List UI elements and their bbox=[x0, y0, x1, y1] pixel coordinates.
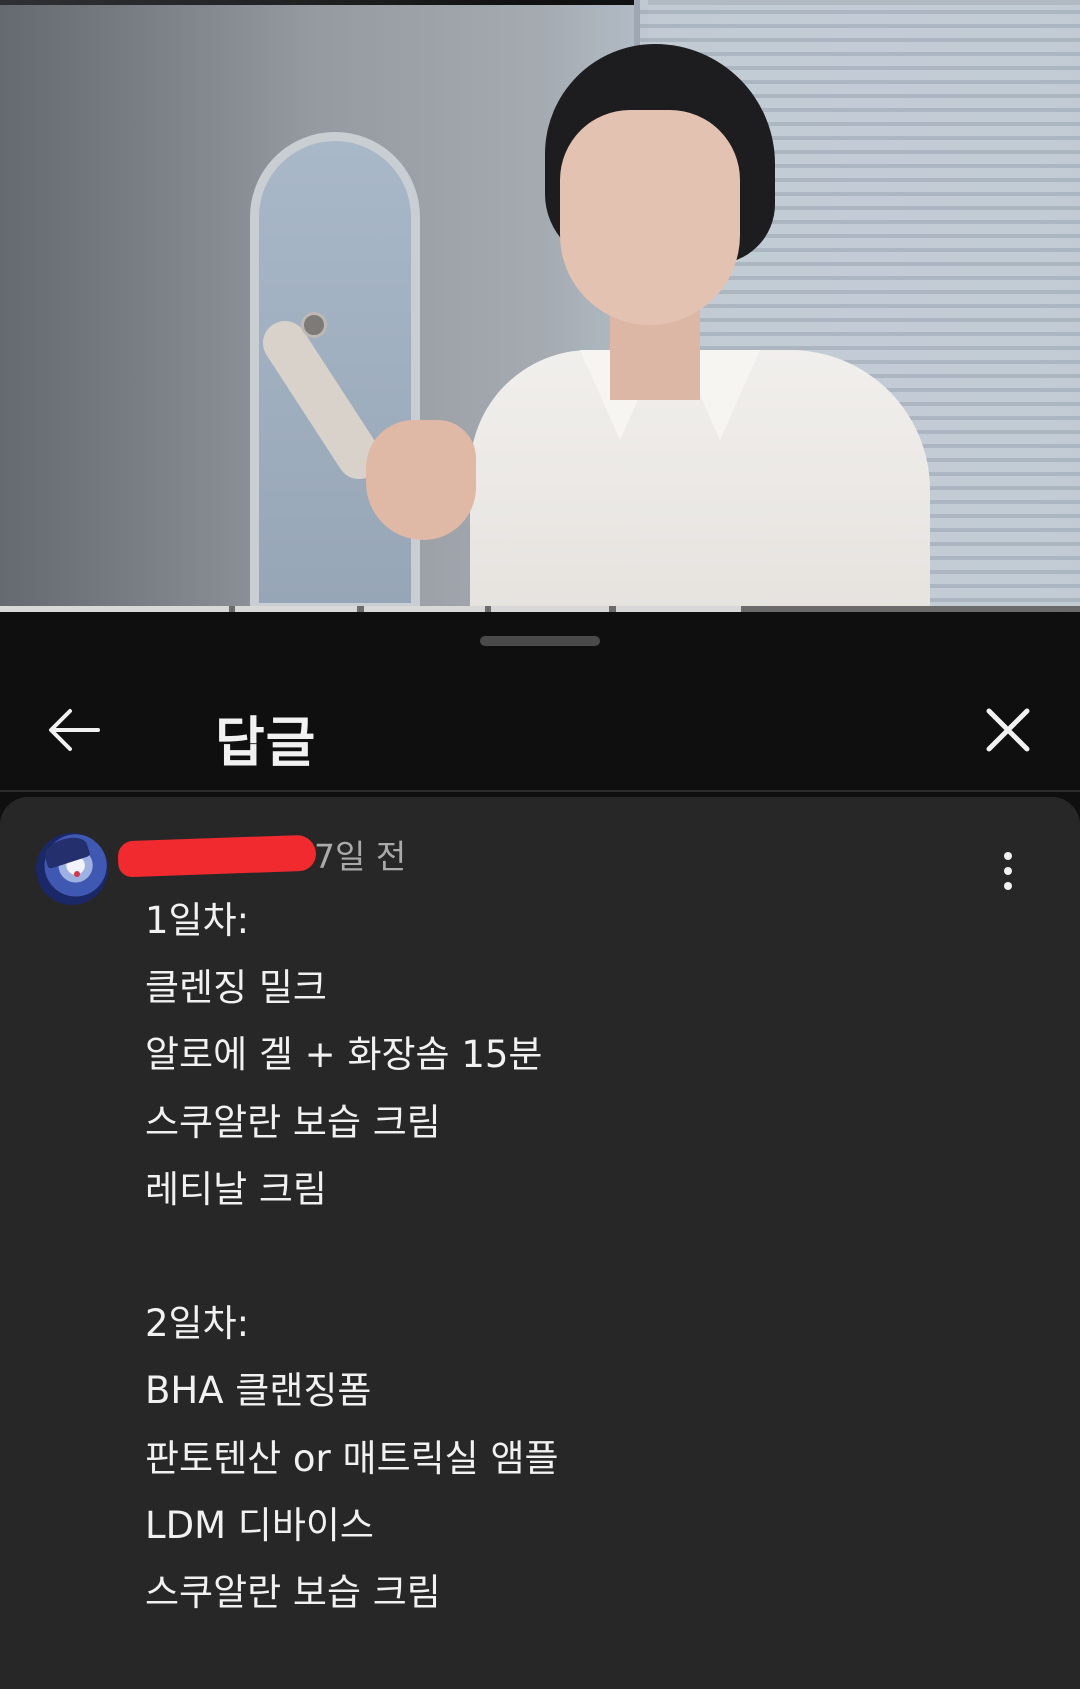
comment-card: 7일 전 1일차: 클렌징 밀크 알로에 겔 + 화장솜 15분 스쿠알란 보습… bbox=[0, 797, 1080, 1689]
comment-line: 판토텐산 or 매트릭실 앰플 bbox=[145, 1436, 559, 1480]
comment-line-blank bbox=[145, 1223, 1025, 1290]
comment-timestamp: 7일 전 bbox=[314, 837, 407, 876]
more-vert-icon-dot bbox=[1004, 867, 1012, 875]
comment-line: BHA 클랜징폼 bbox=[145, 1369, 372, 1413]
replies-sheet: 답글 7일 전 1일차: 클렌징 밀크 알로에 겔 + 화장솜 15분 스쿠알란… bbox=[0, 612, 1080, 1689]
drag-handle[interactable] bbox=[480, 636, 600, 646]
comment-line: 레티날 크림 bbox=[145, 1167, 327, 1211]
header-divider bbox=[0, 790, 1080, 792]
close-button[interactable] bbox=[970, 692, 1046, 768]
comment-line: 스쿠알란 보습 크림 bbox=[145, 1100, 441, 1144]
video-mirror bbox=[250, 132, 420, 612]
comment-line: 2일차: bbox=[145, 1302, 250, 1346]
video-person-hand bbox=[366, 420, 476, 540]
back-button[interactable] bbox=[36, 692, 112, 768]
comment-line: 스쿠알란 보습 크림 bbox=[145, 1570, 441, 1614]
sheet-header: 답글 bbox=[0, 662, 1080, 792]
comment-meta: 7일 전 bbox=[117, 831, 407, 878]
video-device-head bbox=[301, 312, 327, 338]
avatar-eye bbox=[74, 871, 80, 877]
avatar-hat bbox=[41, 833, 91, 870]
more-vert-icon-dot bbox=[1004, 852, 1012, 860]
avatar[interactable] bbox=[36, 833, 108, 905]
close-icon bbox=[986, 708, 1030, 752]
comment-line: 클렌징 밀크 bbox=[145, 966, 327, 1010]
comment-line: 알로에 겔 + 화장솜 15분 bbox=[145, 1033, 543, 1077]
video-person-face bbox=[560, 110, 740, 325]
page-title: 답글 bbox=[215, 711, 317, 774]
arrow-left-icon bbox=[49, 709, 100, 751]
author-redaction bbox=[117, 834, 317, 878]
comment-line: LDM 디바이스 bbox=[145, 1503, 374, 1547]
comment-line: 1일차: bbox=[145, 899, 250, 942]
video-player[interactable] bbox=[0, 0, 1080, 612]
comment-body: 1일차: 클렌징 밀크 알로에 겔 + 화장솜 15분 스쿠알란 보습 크림 레… bbox=[145, 887, 1025, 1626]
